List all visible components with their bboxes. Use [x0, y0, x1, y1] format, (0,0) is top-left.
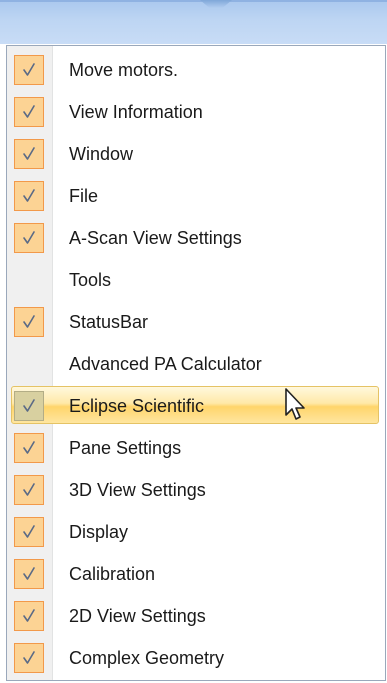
- menu-item-tools[interactable]: Tools: [7, 259, 385, 301]
- menu-item-move-motors[interactable]: Move motors.: [7, 49, 385, 91]
- checkmark-icon: [14, 223, 44, 253]
- menu-item-advanced-pa-calculator[interactable]: Advanced PA Calculator: [7, 343, 385, 385]
- toolbar-strip: [0, 0, 387, 44]
- menu-item-label: Tools: [69, 270, 112, 290]
- checkmark-icon: [14, 601, 44, 631]
- menu-item-a-scan-view-settings[interactable]: A-Scan View Settings: [7, 217, 385, 259]
- menu-items: Move motors. View Information Window Fil…: [7, 49, 385, 679]
- menu-item-label: Pane Settings: [69, 438, 182, 458]
- menu-item-eclipse-scientific[interactable]: Eclipse Scientific: [7, 385, 385, 427]
- checkmark-icon: [14, 181, 44, 211]
- menu-item-label: Advanced PA Calculator: [69, 354, 262, 374]
- menu-item-3d-view-settings[interactable]: 3D View Settings: [7, 469, 385, 511]
- checkmark-icon: [14, 391, 44, 421]
- checkmark-icon: [14, 517, 44, 547]
- menu-item-label: 2D View Settings: [69, 606, 206, 626]
- menu-item-label: A-Scan View Settings: [69, 228, 242, 248]
- checkmark-icon: [14, 643, 44, 673]
- mouse-pointer-icon: [285, 388, 305, 420]
- checkmark-icon: [14, 475, 44, 505]
- menu-item-label: Calibration: [69, 564, 156, 584]
- checkmark-icon: [14, 55, 44, 85]
- menu-item-display[interactable]: Display: [7, 511, 385, 553]
- menu-item-calibration[interactable]: Calibration: [7, 553, 385, 595]
- menu-item-label: View Information: [69, 102, 203, 122]
- dropdown-arrow-icon[interactable]: [200, 0, 232, 8]
- menu-item-label: File: [69, 186, 99, 206]
- menu-item-label: Eclipse Scientific: [69, 396, 205, 416]
- menu-item-label: StatusBar: [69, 312, 149, 332]
- menu-item-2d-view-settings[interactable]: 2D View Settings: [7, 595, 385, 637]
- menu-item-pane-settings[interactable]: Pane Settings: [7, 427, 385, 469]
- checkmark-icon: [14, 433, 44, 463]
- checkmark-icon: [14, 97, 44, 127]
- checkmark-icon: [14, 307, 44, 337]
- menu-item-label: Complex Geometry: [69, 648, 225, 668]
- menu-item-view-information[interactable]: View Information: [7, 91, 385, 133]
- menu-item-file[interactable]: File: [7, 175, 385, 217]
- checkmark-icon: [14, 139, 44, 169]
- menu-item-label: Move motors.: [69, 60, 179, 80]
- menu-item-window[interactable]: Window: [7, 133, 385, 175]
- checkmark-icon: [14, 559, 44, 589]
- menu-item-label: Window: [69, 144, 134, 164]
- menu-item-complex-geometry[interactable]: Complex Geometry: [7, 637, 385, 679]
- toolbar-top-border: [0, 0, 387, 2]
- context-menu: Move motors. View Information Window Fil…: [6, 45, 386, 681]
- menu-item-statusbar[interactable]: StatusBar: [7, 301, 385, 343]
- menu-item-label: 3D View Settings: [69, 480, 206, 500]
- menu-item-label: Display: [69, 522, 129, 542]
